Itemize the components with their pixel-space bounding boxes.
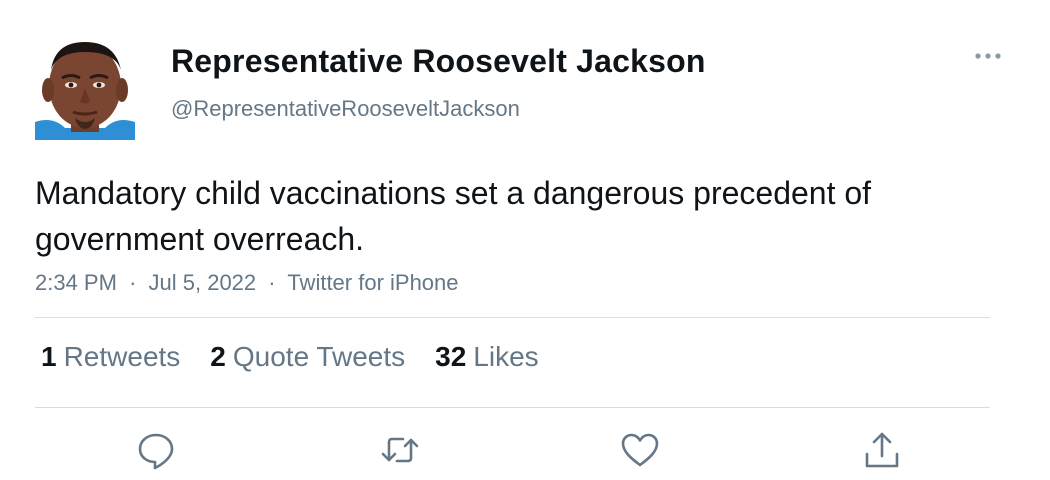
tweet-date[interactable]: Jul 5, 2022 xyxy=(149,270,257,295)
divider xyxy=(35,407,990,408)
likes-label: Likes xyxy=(473,341,539,372)
retweets-stat[interactable]: 1 Retweets xyxy=(41,341,180,373)
retweets-count: 1 xyxy=(41,341,57,372)
quote-tweets-stat[interactable]: 2 Quote Tweets xyxy=(210,341,405,373)
speech-bubble-icon xyxy=(138,433,174,470)
tweet-metadata: 2:34 PM · Jul 5, 2022 · Twitter for iPho… xyxy=(35,270,459,296)
quote-tweets-count: 2 xyxy=(210,341,226,372)
quote-tweets-label: Quote Tweets xyxy=(232,341,406,372)
like-button[interactable] xyxy=(618,428,662,472)
author-handle[interactable]: @RepresentativeRooseveltJackson xyxy=(171,96,520,122)
tweet-time[interactable]: 2:34 PM xyxy=(35,270,117,295)
tweet-text: Mandatory child vaccinations set a dange… xyxy=(35,175,872,257)
tweet-card: Representative Roosevelt Jackson @Repres… xyxy=(0,0,1050,480)
heart-icon xyxy=(621,433,659,467)
avatar-image xyxy=(35,40,135,140)
retweet-icon xyxy=(381,437,419,463)
likes-count: 32 xyxy=(435,341,467,372)
meta-separator: · xyxy=(268,270,276,295)
meta-separator: · xyxy=(129,270,137,295)
author-display-name[interactable]: Representative Roosevelt Jackson xyxy=(171,43,706,80)
avatar[interactable] xyxy=(35,40,135,140)
reply-button[interactable] xyxy=(134,428,178,472)
share-button[interactable] xyxy=(860,428,904,472)
engagement-stats: 1 Retweets 2 Quote Tweets 32 Likes xyxy=(41,341,539,373)
more-options-icon[interactable] xyxy=(968,42,1008,70)
divider xyxy=(35,317,990,318)
share-icon xyxy=(865,432,899,468)
tweet-source[interactable]: Twitter for iPhone xyxy=(287,270,458,295)
likes-stat[interactable]: 32 Likes xyxy=(435,341,539,373)
retweets-label: Retweets xyxy=(63,341,181,372)
retweet-button[interactable] xyxy=(378,428,422,472)
action-bar xyxy=(0,428,1050,472)
